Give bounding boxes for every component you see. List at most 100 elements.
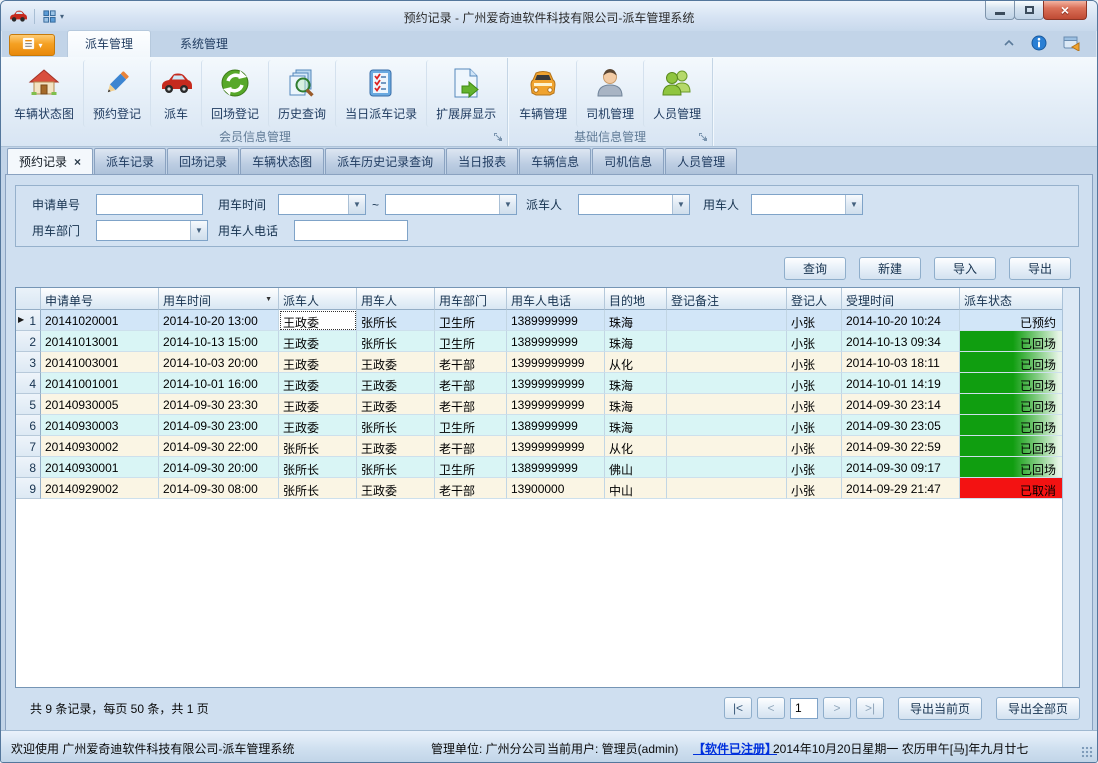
column-header-use-time[interactable]: 用车时间▼ [159, 288, 279, 310]
cell-user[interactable]: 王政委 [357, 478, 435, 499]
table-row[interactable]: 3201410030012014-10-03 20:00王政委王政委老干部139… [16, 352, 1079, 373]
export-all-pages-button[interactable]: 导出全部页 [996, 697, 1080, 720]
column-header-registrar[interactable]: 登记人 [787, 288, 842, 310]
ribbon-button-return-register[interactable]: 回场登记 [201, 60, 268, 127]
license-link[interactable]: 【软件已注册】 [693, 740, 777, 757]
cell-dispatcher[interactable]: 张所长 [279, 457, 357, 478]
row-selector-cell[interactable]: 8 [16, 457, 41, 478]
cell-remark[interactable] [667, 352, 787, 373]
status-badge[interactable]: 已回场 [960, 394, 1063, 415]
ribbon-button-vehicle-management[interactable]: 车辆管理 [510, 60, 576, 127]
cell-request-no[interactable]: 20140930002 [41, 436, 159, 457]
cell-destination[interactable]: 珠海 [605, 373, 667, 394]
row-selector-cell[interactable]: 2 [16, 331, 41, 352]
cell-user[interactable]: 张所长 [357, 310, 435, 331]
column-header-user-phone[interactable]: 用车人电话 [507, 288, 605, 310]
tab-daily-report[interactable]: 当日报表 [446, 148, 518, 174]
cell-department[interactable]: 老干部 [435, 373, 507, 394]
tab-dispatch-records[interactable]: 派车记录 [94, 148, 166, 174]
cell-registrar[interactable]: 小张 [787, 415, 842, 436]
cell-dispatcher[interactable]: 王政委 [279, 373, 357, 394]
table-row[interactable]: 6201409300032014-09-30 23:00王政委张所长卫生所138… [16, 415, 1079, 436]
column-header-status[interactable]: 派车状态 [960, 288, 1063, 310]
status-badge[interactable]: 已回场 [960, 415, 1063, 436]
table-row[interactable]: 8201409300012014-09-30 20:00张所长张所长卫生所138… [16, 457, 1079, 478]
cell-department[interactable]: 老干部 [435, 394, 507, 415]
cell-user[interactable]: 王政委 [357, 436, 435, 457]
cell-destination[interactable]: 珠海 [605, 310, 667, 331]
request-no-input[interactable] [96, 194, 203, 215]
cell-destination[interactable]: 珠海 [605, 394, 667, 415]
cell-user-phone[interactable]: 1389999999 [507, 415, 605, 436]
user-phone-input[interactable] [294, 220, 408, 241]
collapse-ribbon-button[interactable] [1003, 39, 1015, 47]
use-time-from-select[interactable]: ▼ [278, 194, 366, 215]
cell-accept-time[interactable]: 2014-09-30 23:14 [842, 394, 960, 415]
cell-use-time[interactable]: 2014-09-30 23:30 [159, 394, 279, 415]
cell-remark[interactable] [667, 478, 787, 499]
cell-user[interactable]: 王政委 [357, 373, 435, 394]
status-badge[interactable]: 已取消 [960, 478, 1063, 499]
tab-dispatch-history-query[interactable]: 派车历史记录查询 [325, 148, 445, 174]
cell-user[interactable]: 张所长 [357, 331, 435, 352]
cell-department[interactable]: 卫生所 [435, 331, 507, 352]
cell-department[interactable]: 老干部 [435, 352, 507, 373]
close-button[interactable]: × [1043, 1, 1087, 20]
cell-request-no[interactable]: 20140929002 [41, 478, 159, 499]
cell-registrar[interactable]: 小张 [787, 436, 842, 457]
column-header-dispatcher[interactable]: 派车人 [279, 288, 357, 310]
department-select[interactable]: ▼ [96, 220, 208, 241]
cell-accept-time[interactable]: 2014-10-20 10:24 [842, 310, 960, 331]
info-button[interactable] [1031, 35, 1047, 51]
cell-request-no[interactable]: 20141003001 [41, 352, 159, 373]
dialog-launcher-icon[interactable] [493, 132, 503, 142]
user-select[interactable]: ▼ [751, 194, 863, 215]
cell-use-time[interactable]: 2014-10-13 15:00 [159, 331, 279, 352]
ribbon-button-dispatch[interactable]: 派车 [150, 60, 201, 127]
query-button[interactable]: 查询 [784, 257, 846, 280]
maximize-button[interactable] [1014, 1, 1044, 20]
column-header-department[interactable]: 用车部门 [435, 288, 507, 310]
cell-dispatcher[interactable]: 王政委 [279, 310, 357, 331]
cell-registrar[interactable]: 小张 [787, 478, 842, 499]
export-current-page-button[interactable]: 导出当前页 [898, 697, 982, 720]
ribbon-button-personnel-management[interactable]: 人员管理 [643, 60, 710, 127]
cell-dispatcher[interactable]: 张所长 [279, 436, 357, 457]
cell-dispatcher[interactable]: 王政委 [279, 331, 357, 352]
cell-user[interactable]: 王政委 [357, 394, 435, 415]
cell-user[interactable]: 张所长 [357, 415, 435, 436]
cell-accept-time[interactable]: 2014-10-03 18:11 [842, 352, 960, 373]
import-button[interactable]: 导入 [934, 257, 996, 280]
table-row[interactable]: 5201409300052014-09-30 23:30王政委王政委老干部139… [16, 394, 1079, 415]
cell-remark[interactable] [667, 415, 787, 436]
tab-return-records[interactable]: 回场记录 [167, 148, 239, 174]
status-badge[interactable]: 已回场 [960, 436, 1063, 457]
cell-request-no[interactable]: 20141001001 [41, 373, 159, 394]
cell-use-time[interactable]: 2014-10-20 13:00 [159, 310, 279, 331]
cell-department[interactable]: 卫生所 [435, 415, 507, 436]
cell-user-phone[interactable]: 1389999999 [507, 310, 605, 331]
cell-user-phone[interactable]: 13999999999 [507, 352, 605, 373]
status-badge[interactable]: 已回场 [960, 457, 1063, 478]
resize-grip[interactable] [1081, 746, 1093, 758]
cell-destination[interactable]: 中山 [605, 478, 667, 499]
ribbon-button-vehicle-status-chart[interactable]: 车辆状态图 [5, 60, 83, 127]
table-row[interactable]: 2201410130012014-10-13 15:00王政委张所长卫生所138… [16, 331, 1079, 352]
cell-user-phone[interactable]: 13999999999 [507, 373, 605, 394]
tab-driver-info[interactable]: 司机信息 [592, 148, 664, 174]
cell-request-no[interactable]: 20141013001 [41, 331, 159, 352]
cell-accept-time[interactable]: 2014-09-30 09:17 [842, 457, 960, 478]
tab-vehicle-info[interactable]: 车辆信息 [519, 148, 591, 174]
status-badge[interactable]: 已回场 [960, 331, 1063, 352]
ribbon-button-extended-screen-display[interactable]: 扩展屏显示 [426, 60, 505, 127]
ribbon-button-reservation-register[interactable]: 预约登记 [83, 60, 150, 127]
cell-user-phone[interactable]: 13900000 [507, 478, 605, 499]
cell-use-time[interactable]: 2014-10-03 20:00 [159, 352, 279, 373]
cell-department[interactable]: 卫生所 [435, 457, 507, 478]
cell-accept-time[interactable]: 2014-09-29 21:47 [842, 478, 960, 499]
use-time-to-select[interactable]: ▼ [385, 194, 517, 215]
cell-request-no[interactable]: 20140930001 [41, 457, 159, 478]
cell-use-time[interactable]: 2014-09-30 23:00 [159, 415, 279, 436]
column-header-user[interactable]: 用车人 [357, 288, 435, 310]
cell-dispatcher[interactable]: 张所长 [279, 478, 357, 499]
